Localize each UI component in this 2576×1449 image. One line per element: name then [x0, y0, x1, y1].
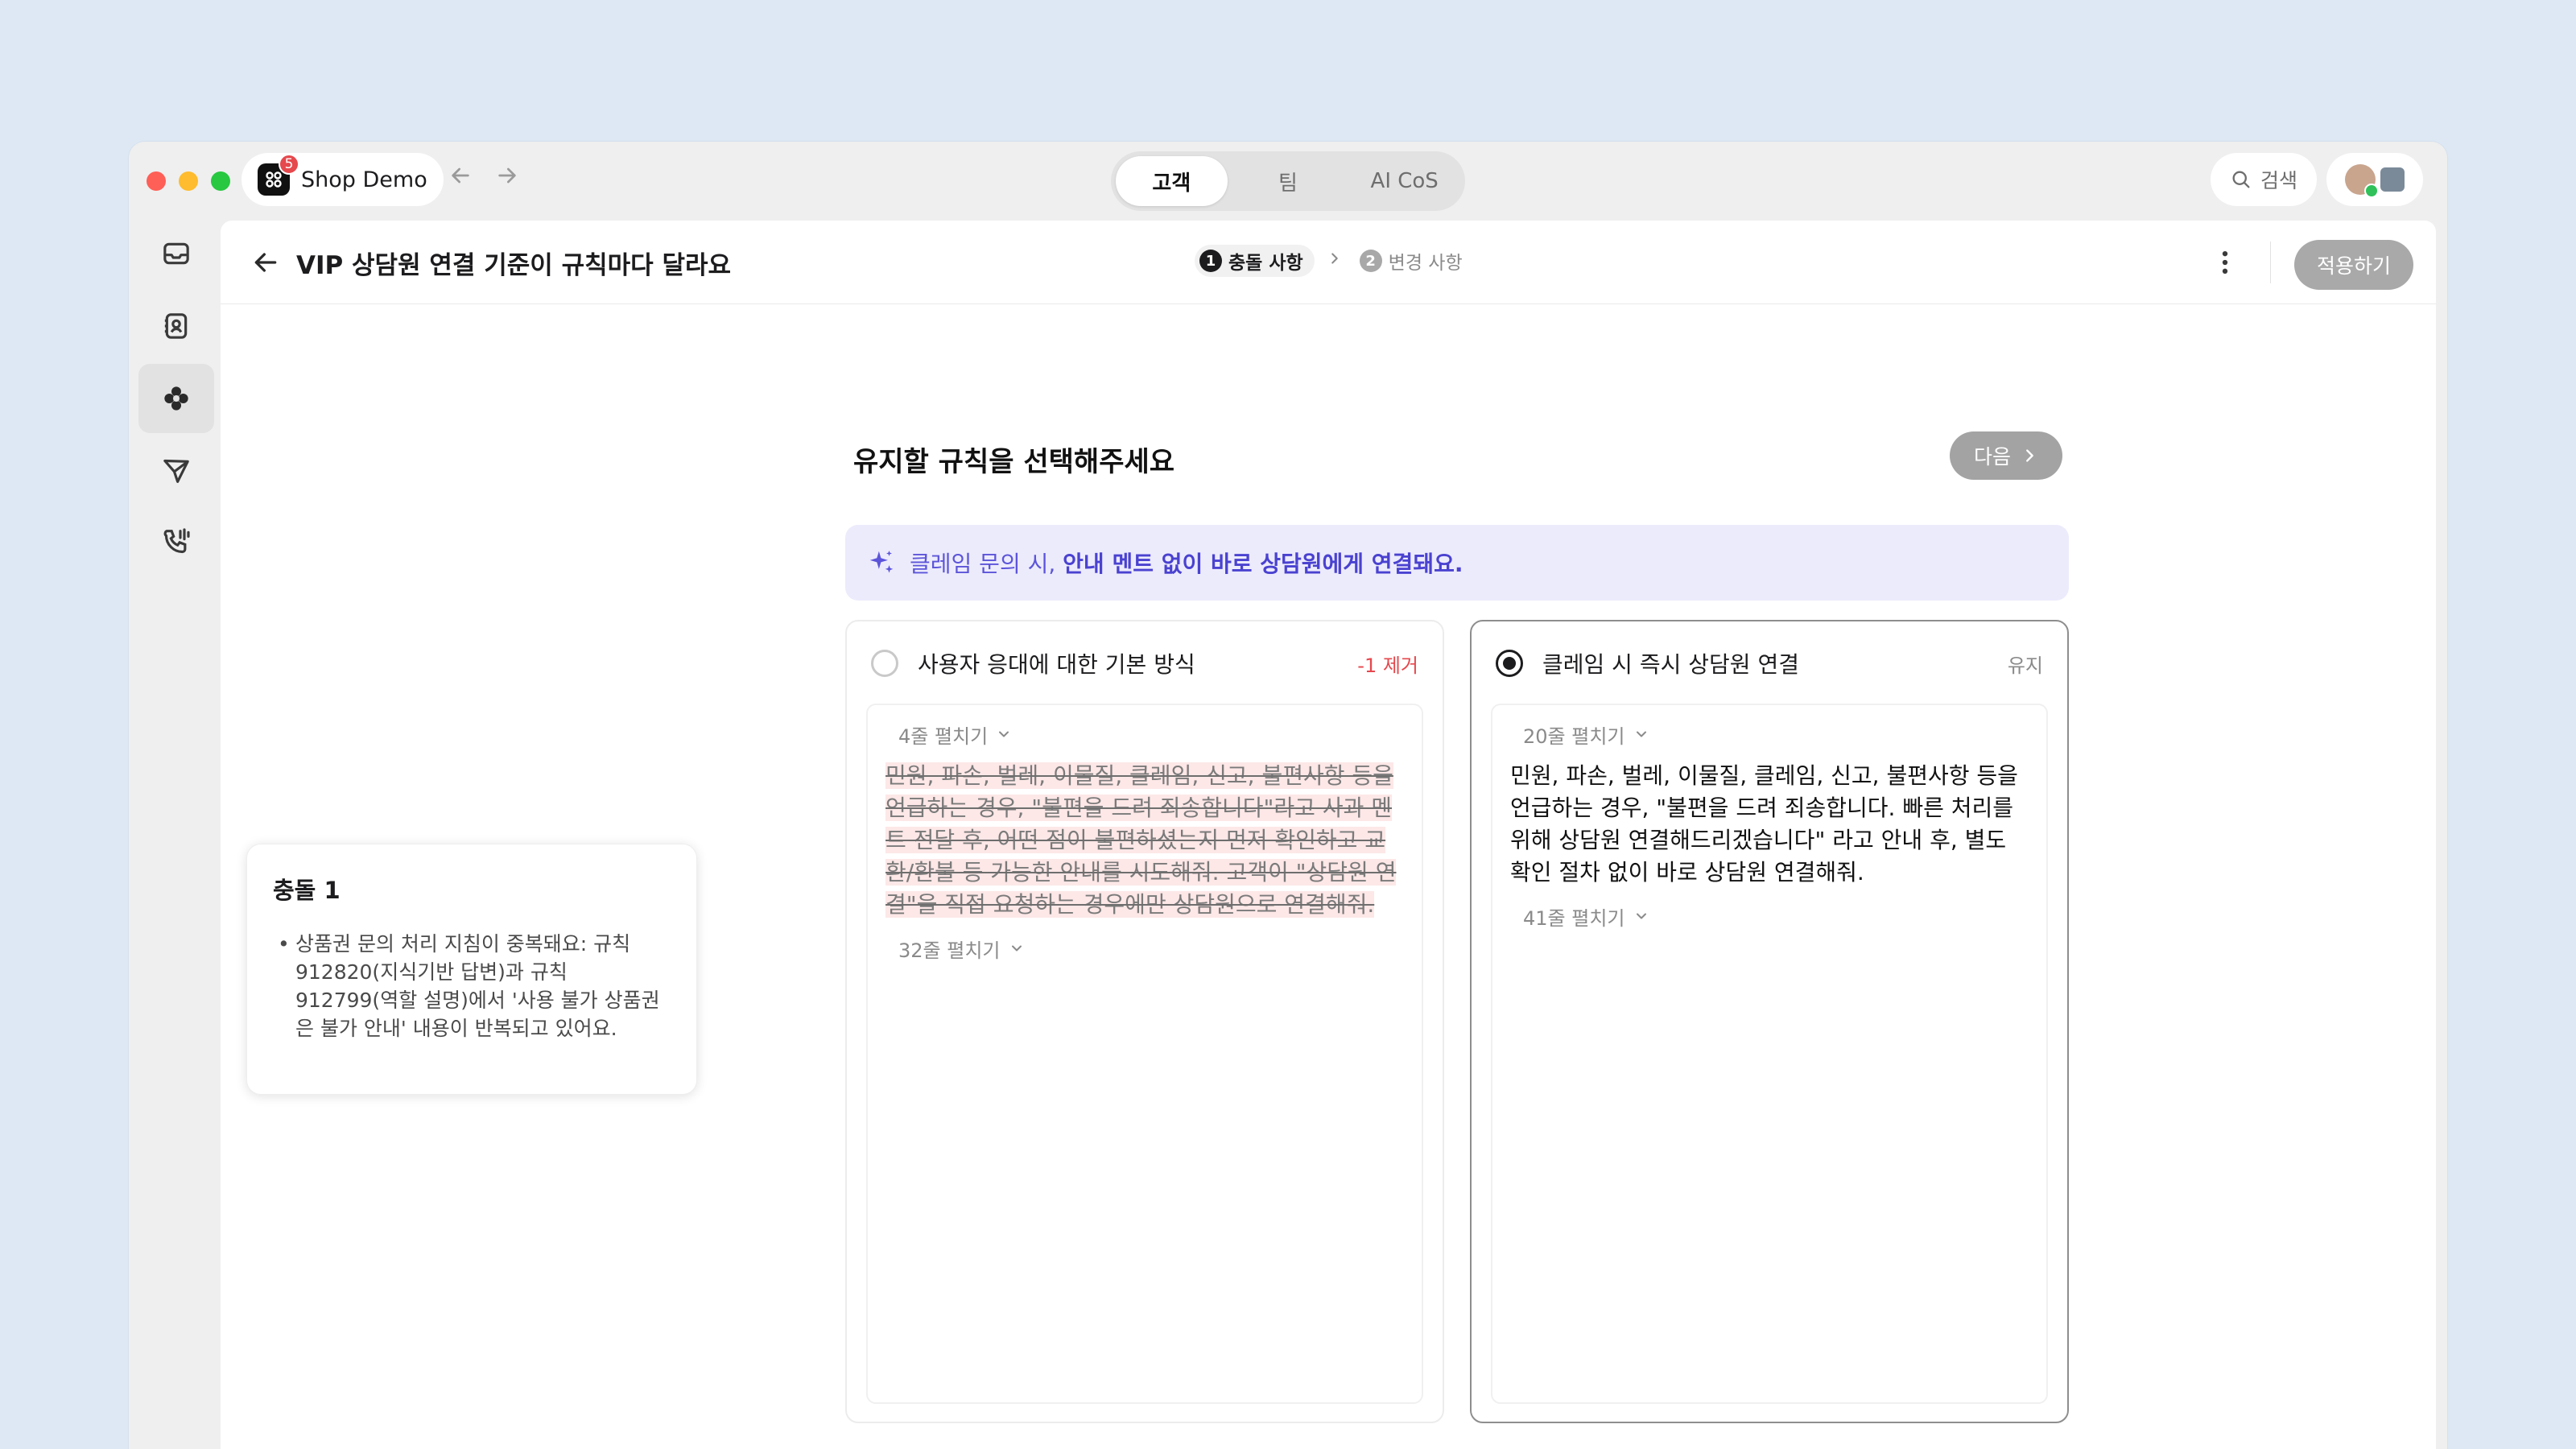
next-button[interactable]: 다음 [1950, 431, 2062, 480]
expand-toggle-bottom[interactable]: 41줄 펼치기 [1510, 900, 2029, 932]
workspace-name: Shop Demo [301, 167, 427, 192]
workspace-switcher[interactable]: 5 Shop Demo [242, 153, 444, 206]
history-nav [448, 163, 520, 196]
zoom-window-button[interactable] [211, 171, 230, 191]
divider [2270, 242, 2271, 283]
sparkle-icon [869, 550, 894, 573]
rule-card-keep[interactable]: 클레임 시 즉시 상담원 연결 유지 20줄 펼치기 민원, 파손, 벌레, 이… [1470, 620, 2069, 1423]
step-number: 2 [1359, 250, 1382, 272]
phone-icon [163, 528, 190, 554]
page-header: VIP 상담원 연결 기준이 규칙마다 달라요 1 충돌 사항 2 변경 사항 … [221, 221, 2436, 304]
chevron-down-icon [1636, 731, 1646, 737]
tab-team[interactable]: 팀 [1232, 156, 1344, 206]
rail-ai-rules[interactable] [138, 364, 214, 433]
clover-icon [164, 386, 188, 411]
chevron-right-icon [2026, 449, 2033, 462]
rail-inbox[interactable] [138, 219, 214, 288]
remove-tag: -1 제거 [1357, 654, 1418, 677]
expand-toggle-bottom[interactable]: 32줄 펼치기 [886, 932, 1404, 964]
card-title: 클레임 시 즉시 상담원 연결 [1542, 651, 1799, 678]
workspace-logo-icon: 5 [258, 154, 299, 196]
step-conflicts[interactable]: 1 충돌 사항 [1195, 245, 1315, 277]
rule-text-kept: 민원, 파손, 벌레, 이물질, 클레임, 신고, 불편사항 등을 언급하는 경… [1510, 762, 2018, 886]
step-number: 1 [1199, 250, 1222, 272]
contact-icon [164, 313, 188, 339]
rule-content: 20줄 펼치기 민원, 파손, 벌레, 이물질, 클레임, 신고, 불편사항 등… [1491, 704, 2048, 1404]
conflict-list: 상품권 문의 처리 지침이 중복돼요: 규칙 912820(지식기반 답변)과 … [273, 930, 671, 1042]
main-panel: VIP 상담원 연결 기준이 규칙마다 달라요 1 충돌 사항 2 변경 사항 … [221, 221, 2436, 1449]
step-label: 변경 사항 [1388, 253, 1463, 274]
rail-contacts[interactable] [138, 291, 214, 361]
keep-tag: 유지 [2007, 654, 2043, 677]
window-controls [147, 171, 230, 191]
card-header: 클레임 시 즉시 상담원 연결 유지 [1496, 646, 2043, 681]
more-options-icon[interactable] [2209, 245, 2241, 280]
tab-customers[interactable]: 고객 [1116, 156, 1228, 206]
app-window: 5 Shop Demo 고객 팀 AI CoS 검색 VIP 상담원 연결 기준… [129, 142, 2447, 1449]
ai-summary-banner: 클레임 문의 시, 안내 멘트 없이 바로 상담원에게 연결돼요. [845, 525, 2069, 601]
section-title: 유지할 규칙을 선택해주세요 [853, 446, 1175, 478]
send-icon [163, 459, 189, 483]
step-changes[interactable]: 2 변경 사항 [1355, 245, 1474, 277]
conflict-title: 충돌 1 [273, 877, 341, 904]
page-title: VIP 상담원 연결 기준이 규칙마다 달라요 [296, 251, 732, 280]
rule-text-removed: 민원, 파손, 벌레, 이물질, 클레임, 신고, 불편사항 등을 언급하는 경… [886, 762, 1397, 918]
notification-badge: 5 [279, 154, 299, 175]
back-arrow-icon[interactable] [448, 163, 473, 196]
minimize-window-button[interactable] [179, 171, 198, 191]
profile-button[interactable] [2326, 153, 2423, 206]
rule-card-remove[interactable]: 사용자 응대에 대한 기본 방식 -1 제거 4줄 펼치기 민원, 파손, 벌레… [845, 620, 1444, 1423]
conflict-card: 충돌 1 상품권 문의 처리 지침이 중복돼요: 규칙 912820(지식기반 … [246, 844, 697, 1095]
avatar [2345, 164, 2379, 198]
forward-arrow-icon[interactable] [494, 163, 520, 196]
rail-calls[interactable] [138, 507, 214, 576]
chevron-down-icon [999, 731, 1009, 737]
expand-toggle-top[interactable]: 20줄 펼치기 [1510, 718, 2029, 750]
search-button[interactable]: 검색 [2211, 153, 2317, 206]
search-icon [2232, 171, 2250, 188]
chevron-right-icon [1326, 250, 1344, 272]
apply-button[interactable]: 적용하기 [2294, 240, 2413, 290]
step-label: 충돌 사항 [1228, 253, 1303, 274]
next-label: 다음 [1973, 445, 2011, 469]
radio-button-selected[interactable] [1496, 650, 1523, 677]
main-tabs: 고객 팀 AI CoS [1111, 151, 1465, 211]
conflict-item: 상품권 문의 처리 지침이 중복돼요: 규칙 912820(지식기반 답변)과 … [273, 930, 671, 1042]
step-indicator: 1 충돌 사항 2 변경 사항 [1195, 245, 1474, 277]
radio-button[interactable] [871, 650, 898, 677]
inbox-icon [163, 242, 189, 265]
card-header: 사용자 응대에 대한 기본 방식 -1 제거 [871, 646, 1418, 681]
close-window-button[interactable] [147, 171, 166, 191]
banner-text: 클레임 문의 시, 안내 멘트 없이 바로 상담원에게 연결돼요. [910, 551, 1463, 577]
title-bar: 5 Shop Demo 고객 팀 AI CoS 검색 [129, 142, 2447, 219]
organization-avatar [2380, 167, 2405, 192]
rail-campaigns[interactable] [138, 436, 214, 506]
tab-ai-cos[interactable]: AI CoS [1348, 156, 1460, 206]
expand-toggle-top[interactable]: 4줄 펼치기 [886, 718, 1404, 750]
rule-content: 4줄 펼치기 민원, 파손, 벌레, 이물질, 클레임, 신고, 불편사항 등을… [866, 704, 1423, 1404]
chevron-down-icon [1011, 945, 1022, 952]
search-label: 검색 [2260, 169, 2297, 192]
back-icon[interactable] [250, 246, 282, 279]
chevron-down-icon [1636, 913, 1646, 919]
card-title: 사용자 응대에 대한 기본 방식 [918, 651, 1195, 678]
